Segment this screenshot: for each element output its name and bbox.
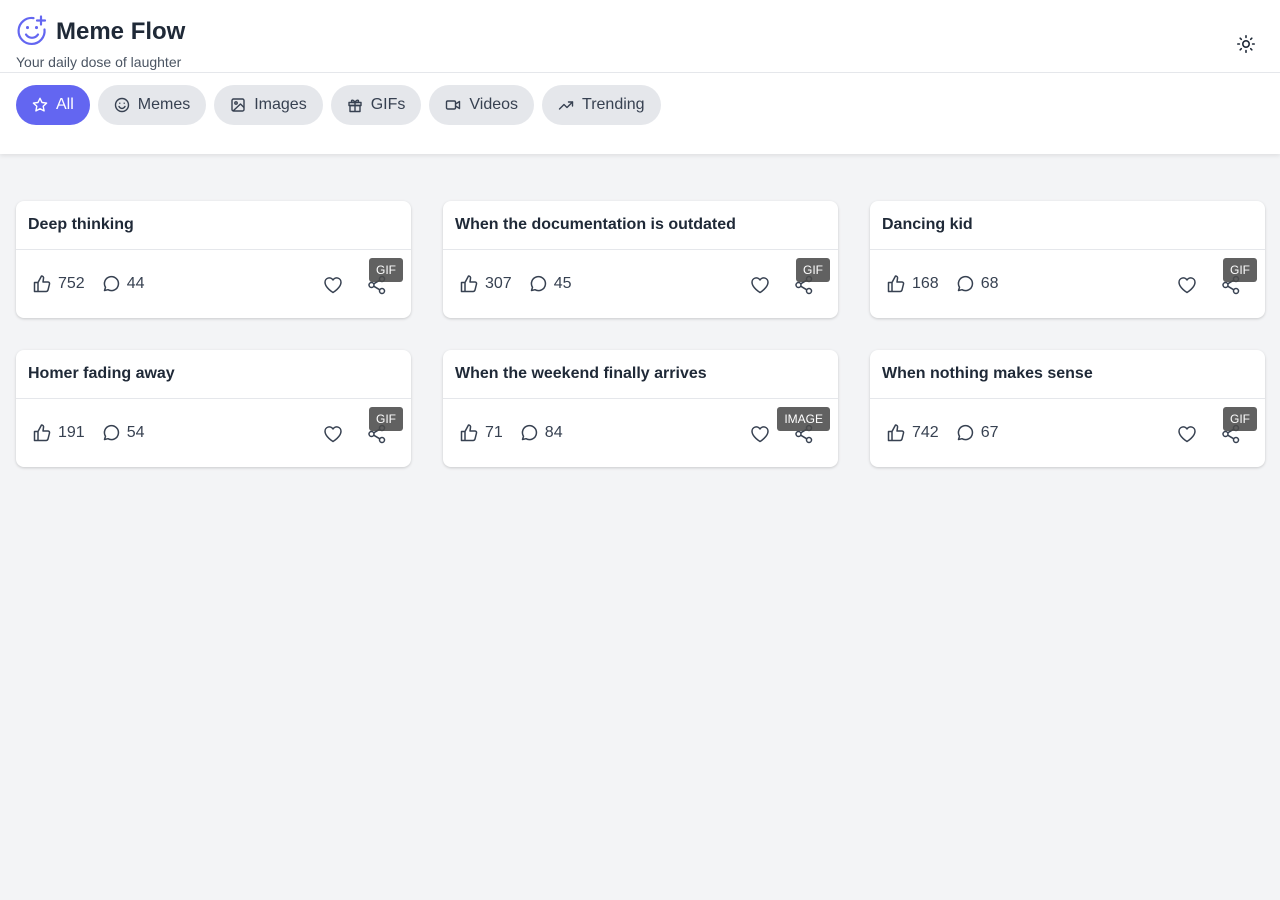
heart-icon[interactable] — [322, 274, 344, 296]
like-button[interactable]: 307 — [459, 274, 512, 294]
video-icon — [446, 100, 461, 110]
meme-stats: 752 44 — [32, 274, 145, 294]
like-count: 307 — [485, 275, 512, 292]
comment-icon — [103, 275, 119, 292]
media-type-badge: GIF — [796, 258, 830, 282]
card-divider — [16, 249, 411, 250]
tab-images[interactable]: Images — [214, 85, 323, 125]
sun-icon — [1236, 34, 1256, 54]
meme-stats: 71 84 — [459, 423, 563, 443]
meme-stats: 191 54 — [32, 423, 145, 443]
like-count: 752 — [58, 275, 85, 292]
like-button[interactable]: 742 — [886, 423, 939, 443]
media-type-badge: IMAGE — [777, 407, 830, 431]
media-type-badge: GIF — [369, 407, 403, 431]
like-button[interactable]: 71 — [459, 423, 503, 443]
tab-label: Videos — [469, 96, 519, 113]
like-count: 191 — [58, 424, 85, 441]
tab-label: GIFs — [370, 96, 406, 113]
like-button[interactable]: 191 — [32, 423, 85, 443]
heart-icon[interactable] — [749, 423, 771, 445]
meme-title: When nothing makes sense — [882, 365, 1093, 382]
tab-label: All — [56, 96, 74, 113]
tab-trending[interactable]: Trending — [542, 85, 661, 125]
comment-icon — [957, 424, 973, 441]
like-count: 71 — [485, 424, 503, 441]
smile-plus-icon — [17, 15, 47, 45]
thumbs-up-icon — [887, 424, 905, 442]
meme-card[interactable]: Dancing kid 168 68 GIF — [870, 201, 1265, 318]
thumbs-up-icon — [33, 424, 51, 442]
comment-button[interactable]: 54 — [101, 423, 145, 443]
card-divider — [16, 398, 411, 399]
comment-count: 45 — [553, 275, 572, 292]
like-count: 168 — [912, 275, 939, 292]
smile-icon — [114, 97, 129, 113]
comment-icon — [521, 424, 537, 441]
meme-card[interactable]: Deep thinking 752 44 GIF — [16, 201, 411, 318]
heart-icon[interactable] — [322, 423, 344, 445]
heart-icon[interactable] — [1176, 423, 1198, 445]
comment-count: 44 — [126, 275, 145, 292]
comment-button[interactable]: 44 — [101, 274, 145, 294]
meme-title: When the weekend finally arrives — [455, 365, 707, 382]
meme-stats: 307 45 — [459, 274, 572, 294]
image-icon — [231, 98, 245, 112]
media-type-badge: GIF — [369, 258, 403, 282]
comment-button[interactable]: 67 — [955, 423, 999, 443]
tab-label: Trending — [582, 96, 645, 113]
card-divider — [443, 249, 838, 250]
like-count: 742 — [912, 424, 939, 441]
card-divider — [870, 249, 1265, 250]
heart-icon[interactable] — [749, 274, 771, 296]
comment-button[interactable]: 84 — [519, 423, 563, 443]
meme-card[interactable]: When the weekend finally arrives 71 84 I… — [443, 350, 838, 467]
meme-card[interactable]: Homer fading away 191 54 GIF — [16, 350, 411, 467]
gift-icon — [348, 99, 362, 113]
top-bar: Meme Flow Your daily dose of laughter Al… — [0, 0, 1280, 154]
tab-memes[interactable]: Memes — [97, 85, 207, 125]
meme-grid: Deep thinking 752 44 GIF When the docume… — [16, 201, 1265, 467]
comment-icon — [530, 275, 546, 292]
card-divider — [870, 398, 1265, 399]
app-tagline: Your daily dose of laughter — [16, 54, 182, 70]
comment-count: 84 — [544, 424, 563, 441]
comment-count: 54 — [126, 424, 145, 441]
comment-count: 68 — [980, 275, 999, 292]
media-type-badge: GIF — [1223, 258, 1257, 282]
app-title: Meme Flow — [56, 18, 186, 45]
like-button[interactable]: 168 — [886, 274, 939, 294]
thumbs-up-icon — [460, 424, 478, 442]
star-icon — [32, 97, 48, 112]
comment-icon — [957, 275, 973, 292]
thumbs-up-icon — [33, 275, 51, 293]
tab-all[interactable]: All — [16, 85, 90, 125]
tab-gifs[interactable]: GIFs — [330, 85, 422, 125]
heart-icon[interactable] — [1176, 274, 1198, 296]
meme-title: Homer fading away — [28, 365, 175, 382]
thumbs-up-icon — [887, 275, 905, 293]
meme-title: When the documentation is outdated — [455, 216, 736, 233]
meme-title: Deep thinking — [28, 216, 134, 233]
like-button[interactable]: 752 — [32, 274, 85, 294]
media-type-badge: GIF — [1223, 407, 1257, 431]
card-divider — [443, 398, 838, 399]
comment-icon — [103, 424, 119, 441]
meme-card[interactable]: When nothing makes sense 742 67 GIF — [870, 350, 1265, 467]
category-tabs: All Memes Images GIFs Videos Trending — [16, 85, 661, 125]
comment-count: 67 — [980, 424, 999, 441]
comment-button[interactable]: 68 — [955, 274, 999, 294]
theme-toggle-button[interactable] — [1230, 28, 1262, 60]
meme-card[interactable]: When the documentation is outdated 307 4… — [443, 201, 838, 318]
meme-stats: 742 67 — [886, 423, 999, 443]
meme-stats: 168 68 — [886, 274, 999, 294]
thumbs-up-icon — [460, 275, 478, 293]
comment-button[interactable]: 45 — [528, 274, 572, 294]
header: Meme Flow Your daily dose of laughter — [0, 0, 1280, 73]
tab-videos[interactable]: Videos — [429, 85, 535, 125]
trending-up-icon — [558, 101, 574, 110]
meme-title: Dancing kid — [882, 216, 973, 233]
tab-label: Memes — [137, 96, 191, 113]
tab-label: Images — [254, 96, 307, 113]
